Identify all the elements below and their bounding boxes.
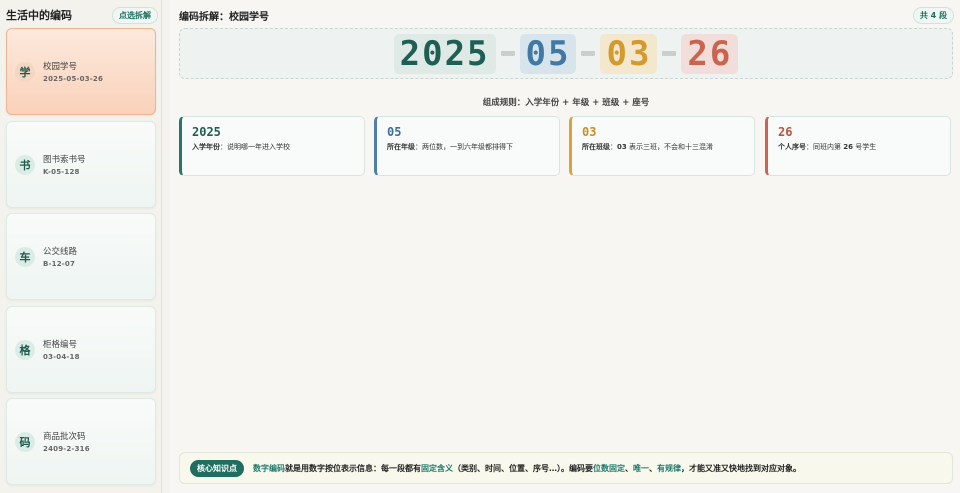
- sidebar-header: 生活中的编码 点选拆解: [6, 6, 158, 24]
- code-display: 2025 05 03 26: [179, 28, 953, 79]
- sidebar-item-label: 公交线路: [43, 247, 78, 257]
- sidebar-item-label: 商品批次码: [43, 432, 86, 442]
- segment-card-year: 2025 入学年份：说明哪一年进入学校: [179, 116, 365, 176]
- sidebar-item-bus-route[interactable]: 车 公交线路 B-12-07: [6, 213, 156, 300]
- key-knowledge-badge: 核心知识点: [190, 459, 244, 477]
- sidebar-item-code: 2025-05-03-26: [43, 75, 104, 83]
- barcode-icon: 码: [15, 431, 35, 452]
- key-knowledge-box: 核心知识点 数字编码就是用数字按位表示信息：每一段都有固定含义（类别、时间、位置…: [179, 452, 953, 484]
- sidebar-item-code: K-05-128: [43, 168, 80, 176]
- sidebar-item-label: 图书索书号: [43, 155, 86, 165]
- segment-description: 个人序号：同班内第 26 号学生: [778, 143, 877, 151]
- student-id-icon: 学: [15, 61, 35, 82]
- sidebar-item-label: 柜格编号: [43, 340, 78, 350]
- segment-description: 入学年份：说明哪一年进入学校: [192, 143, 290, 151]
- code-group-seat: 26: [681, 33, 739, 74]
- segment-value: 05: [387, 125, 402, 139]
- sidebar-item-code: B-12-07: [43, 260, 76, 268]
- segment-value: 26: [778, 125, 793, 139]
- sidebar-item-batch-code[interactable]: 码 商品批次码 2409-2-316: [6, 398, 156, 485]
- segment-count-badge: 共 4 段: [912, 7, 954, 24]
- key-knowledge-text: 数字编码就是用数字按位表示信息：每一段都有固定含义（类别、时间、位置、序号…）。…: [253, 463, 801, 473]
- segment-card-grade: 05 所在年级：两位数，一到六年级都排得下: [374, 116, 560, 176]
- sidebar-item-code: 2409-2-316: [43, 445, 90, 453]
- separator-dash: [500, 51, 515, 56]
- segment-description: 所在年级：两位数，一到六年级都排得下: [387, 143, 513, 151]
- sidebar-title: 生活中的编码: [6, 9, 72, 22]
- segment-card-class: 03 所在班级：03 表示三班，不会和十三混淆: [569, 116, 755, 176]
- code-group-grade: 05: [519, 33, 577, 74]
- locker-icon: 格: [15, 339, 35, 360]
- separator-dash: [581, 51, 596, 56]
- segment-card-seat: 26 个人序号：同班内第 26 号学生: [765, 116, 951, 176]
- separator-dash: [662, 51, 677, 56]
- sidebar: 生活中的编码 点选拆解 学 校园学号 2025-05-03-26 书 图书索书号…: [0, 0, 162, 493]
- composition-rule: 组成规则：入学年份 + 年级 + 班级 + 座号: [482, 98, 650, 108]
- code-group-class: 03: [600, 33, 658, 74]
- segment-value: 2025: [192, 125, 221, 139]
- sidebar-item-locker-number[interactable]: 格 柜格编号 03-04-18: [6, 306, 156, 393]
- main-panel: 编码拆解：校园学号 共 4 段 2025 05 03 26 组成规则：入学年份 …: [170, 0, 960, 493]
- segment-value: 03: [582, 125, 597, 139]
- sidebar-item-code: 03-04-18: [43, 353, 80, 361]
- page-title: 编码拆解：校园学号: [179, 12, 269, 23]
- sidebar-item-label: 校园学号: [43, 62, 78, 72]
- book-icon: 书: [15, 154, 35, 175]
- code-group-year: 2025: [393, 33, 496, 74]
- segment-description: 所在班级：03 表示三班，不会和十三混淆: [582, 143, 713, 151]
- sidebar-item-student-id[interactable]: 学 校园学号 2025-05-03-26: [6, 28, 156, 115]
- sidebar-item-call-number[interactable]: 书 图书索书号 K-05-128: [6, 121, 156, 208]
- hint-badge: 点选拆解: [112, 6, 158, 24]
- bus-icon: 车: [15, 246, 35, 267]
